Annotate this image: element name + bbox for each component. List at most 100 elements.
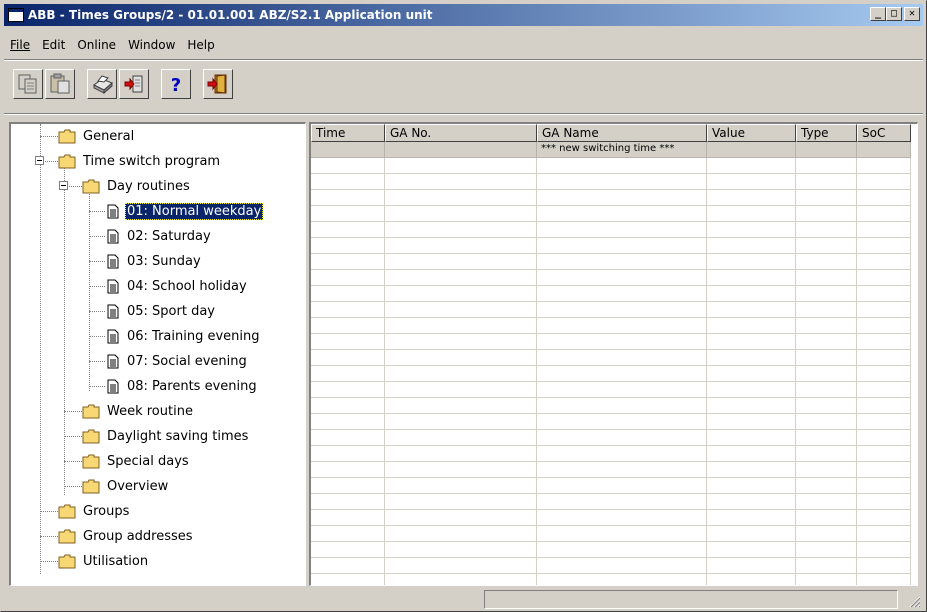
minimize-button[interactable]: _: [870, 7, 886, 21]
table-row[interactable]: [311, 574, 911, 585]
grid-cell[interactable]: [537, 286, 707, 302]
grid-cell[interactable]: [796, 574, 857, 585]
column-header-value[interactable]: Value: [707, 124, 796, 142]
table-row[interactable]: [311, 430, 911, 446]
grid-cell[interactable]: [311, 398, 385, 414]
grid-cell[interactable]: [707, 190, 796, 206]
menu-online[interactable]: Online: [71, 36, 122, 56]
tree-item-saturday[interactable]: 02: Saturday: [107, 224, 213, 248]
grid-cell[interactable]: [857, 494, 911, 510]
grid-cell[interactable]: [537, 366, 707, 382]
table-row[interactable]: [311, 558, 911, 574]
grid-cell[interactable]: [857, 270, 911, 286]
grid-cell[interactable]: [707, 158, 796, 174]
tree-item-day-routines[interactable]: Day routines: [82, 174, 192, 198]
grid-cell[interactable]: [707, 414, 796, 430]
table-row[interactable]: [311, 158, 911, 174]
table-row[interactable]: [311, 302, 911, 318]
grid-cell[interactable]: [796, 302, 857, 318]
grid-cell[interactable]: [796, 430, 857, 446]
grid-cell[interactable]: [311, 286, 385, 302]
grid-cell[interactable]: [796, 494, 857, 510]
grid-cell[interactable]: [707, 398, 796, 414]
grid-cell[interactable]: [857, 446, 911, 462]
grid-cell[interactable]: [311, 542, 385, 558]
tree-item-special-days[interactable]: Special days: [82, 449, 191, 473]
grid-cell[interactable]: [857, 286, 911, 302]
grid-cell[interactable]: [707, 254, 796, 270]
grid-cell[interactable]: [311, 414, 385, 430]
grid-cell[interactable]: [311, 430, 385, 446]
grid-cell[interactable]: [857, 414, 911, 430]
table-row[interactable]: [311, 398, 911, 414]
grid-cell[interactable]: [707, 462, 796, 478]
grid-cell[interactable]: [796, 222, 857, 238]
table-row[interactable]: [311, 382, 911, 398]
grid-cell[interactable]: [385, 254, 537, 270]
grid-cell[interactable]: [796, 158, 857, 174]
print-button[interactable]: [87, 69, 117, 99]
grid-cell[interactable]: [537, 414, 707, 430]
table-row[interactable]: [311, 510, 911, 526]
grid-cell[interactable]: [385, 350, 537, 366]
grid-cell[interactable]: [707, 222, 796, 238]
grid-cell[interactable]: [796, 510, 857, 526]
table-row[interactable]: [311, 238, 911, 254]
grid-cell[interactable]: [537, 302, 707, 318]
grid-cell[interactable]: [311, 350, 385, 366]
grid-cell[interactable]: [537, 510, 707, 526]
grid-cell[interactable]: [857, 142, 911, 158]
grid-cell[interactable]: [707, 558, 796, 574]
table-row[interactable]: [311, 414, 911, 430]
tree-item-overview[interactable]: Overview: [82, 474, 170, 498]
grid-cell[interactable]: [385, 286, 537, 302]
grid-cell[interactable]: [385, 414, 537, 430]
grid-cell[interactable]: [537, 334, 707, 350]
grid-cell[interactable]: [385, 446, 537, 462]
grid-cell[interactable]: [537, 446, 707, 462]
grid-cell[interactable]: [385, 334, 537, 350]
table-row[interactable]: [311, 174, 911, 190]
export-button[interactable]: [119, 69, 149, 99]
grid-cell[interactable]: [537, 478, 707, 494]
table-row[interactable]: [311, 270, 911, 286]
grid-cell[interactable]: [537, 238, 707, 254]
grid-cell[interactable]: [311, 222, 385, 238]
grid-cell[interactable]: [385, 302, 537, 318]
grid-cell[interactable]: [857, 382, 911, 398]
grid-cell[interactable]: [707, 174, 796, 190]
tree-item-social-evening[interactable]: 07: Social evening: [107, 349, 249, 373]
switching-times-grid[interactable]: Time GA No. GA Name Value Type SoC *** n…: [309, 122, 918, 586]
table-row[interactable]: [311, 494, 911, 510]
tree-item-sunday[interactable]: 03: Sunday: [107, 249, 203, 273]
grid-cell[interactable]: [796, 446, 857, 462]
table-row[interactable]: [311, 334, 911, 350]
grid-cell[interactable]: [857, 366, 911, 382]
grid-cell[interactable]: [311, 478, 385, 494]
tree-view[interactable]: General Time switch program Day routines…: [9, 122, 306, 586]
grid-cell[interactable]: [311, 526, 385, 542]
grid-cell[interactable]: [796, 382, 857, 398]
grid-cell[interactable]: [537, 398, 707, 414]
grid-cell[interactable]: [857, 222, 911, 238]
new-entry-row[interactable]: *** new switching time ***: [311, 142, 911, 158]
column-header-soc[interactable]: SoC: [857, 124, 911, 142]
menu-file[interactable]: File: [4, 36, 36, 56]
grid-cell[interactable]: [707, 286, 796, 302]
grid-cell[interactable]: [857, 462, 911, 478]
tree-item-general[interactable]: General: [58, 124, 136, 148]
help-button[interactable]: ?: [161, 69, 191, 99]
grid-cell[interactable]: [796, 526, 857, 542]
grid-cell[interactable]: [537, 430, 707, 446]
grid-cell[interactable]: [385, 206, 537, 222]
grid-cell[interactable]: [857, 574, 911, 585]
grid-cell[interactable]: [385, 238, 537, 254]
grid-cell[interactable]: [385, 222, 537, 238]
grid-cell[interactable]: [537, 158, 707, 174]
grid-cell[interactable]: [311, 190, 385, 206]
grid-cell[interactable]: [796, 238, 857, 254]
grid-cell[interactable]: [857, 158, 911, 174]
grid-cell[interactable]: [537, 222, 707, 238]
title-bar[interactable]: ABB - Times Groups/2 - 01.01.001 ABZ/S2.…: [4, 4, 923, 26]
grid-cell[interactable]: [311, 158, 385, 174]
